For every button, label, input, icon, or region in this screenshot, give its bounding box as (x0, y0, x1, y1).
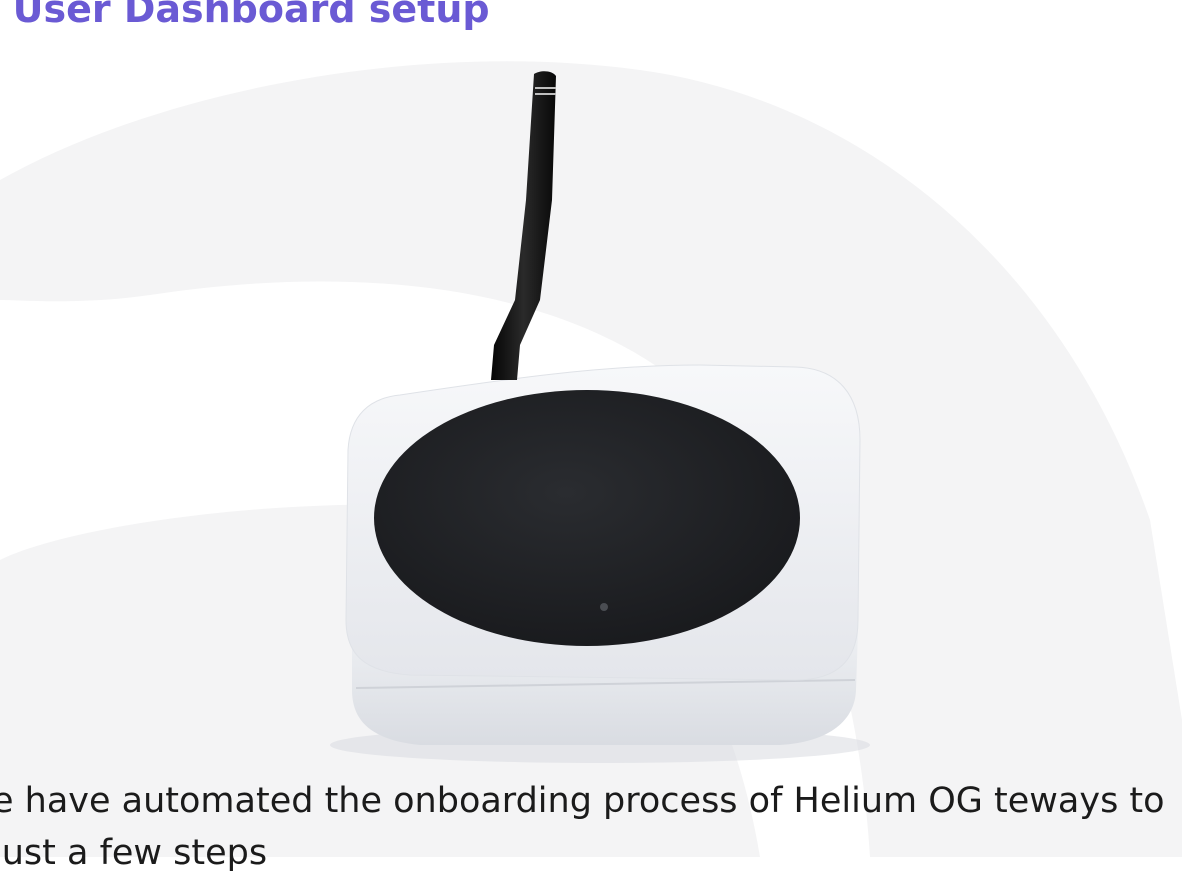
device-top-disc (374, 390, 800, 646)
device-antenna (491, 71, 556, 380)
description-text: e have automated the onboarding process … (0, 781, 1165, 873)
gateway-device-image (330, 71, 870, 763)
device-led (600, 603, 608, 611)
